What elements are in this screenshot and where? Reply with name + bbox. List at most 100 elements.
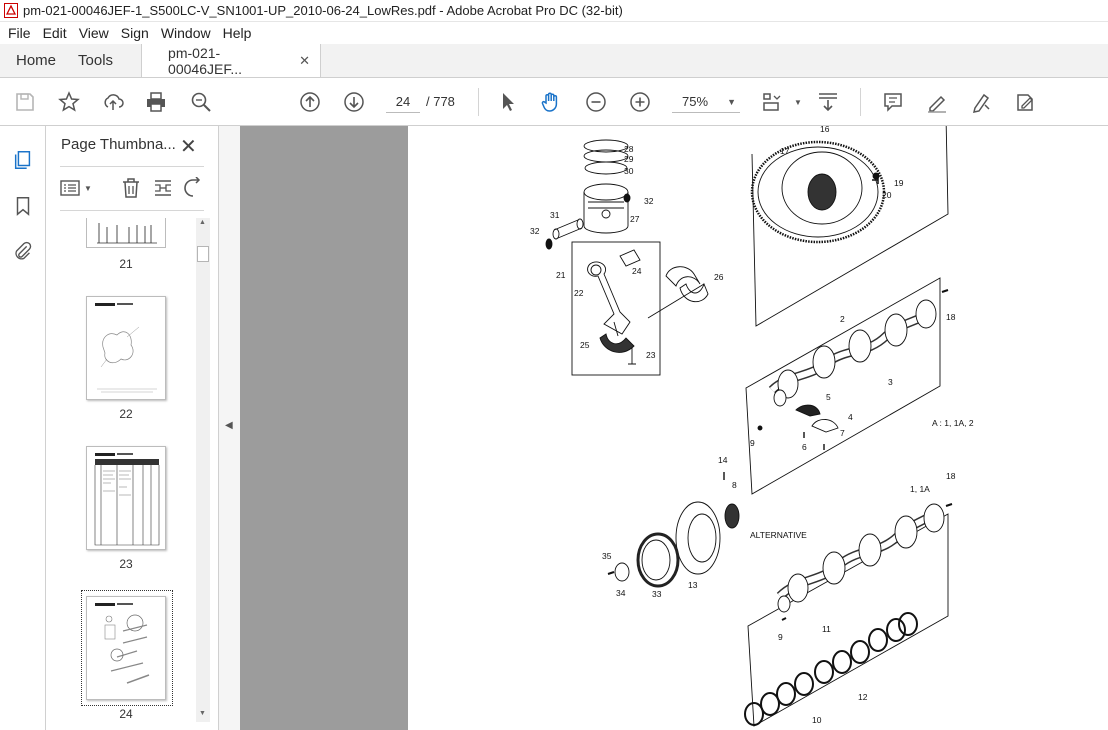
zoom-out-icon[interactable] xyxy=(584,90,608,114)
delete-pages-icon[interactable] xyxy=(120,176,142,200)
insert-pages-icon[interactable] xyxy=(152,176,174,200)
callout: 3 xyxy=(888,377,893,387)
thumbnail-page-24[interactable] xyxy=(86,596,166,700)
menu-view[interactable]: View xyxy=(73,25,115,41)
callout: 13 xyxy=(688,580,698,590)
callout: 30 xyxy=(624,166,634,176)
callout: 11 xyxy=(822,624,831,634)
callout: 21 xyxy=(556,270,566,280)
callout: 9 xyxy=(750,438,755,448)
scrolling-mode-icon[interactable] xyxy=(816,90,840,114)
window-title: pm-021-00046JEF-1_S500LC-V_SN1001-UP_201… xyxy=(23,3,623,18)
piston-ring xyxy=(584,161,628,175)
fill-sign-icon[interactable] xyxy=(1013,90,1037,114)
save-icon[interactable] xyxy=(13,90,37,114)
callout: 6 xyxy=(802,442,807,452)
callout: 4 xyxy=(848,412,853,422)
document-background xyxy=(240,126,408,730)
connecting-rod xyxy=(587,261,631,335)
tab-home[interactable]: Home xyxy=(0,44,72,77)
close-panel-icon[interactable]: ✕ xyxy=(180,134,197,159)
scrollbar-thumb[interactable] xyxy=(197,246,209,262)
callout: A : 1, 1A, 2 xyxy=(932,418,974,428)
main-bearings xyxy=(744,612,918,726)
callout: 7 xyxy=(840,428,845,438)
zoom-level-value: 75% xyxy=(682,94,709,109)
pulley xyxy=(675,501,721,575)
upload-icon[interactable] xyxy=(101,90,125,114)
callout: 20 xyxy=(882,190,892,200)
menu-sign[interactable]: Sign xyxy=(115,25,155,41)
scroll-down-icon[interactable]: ▼ xyxy=(199,710,206,717)
toolbar: / 778 75% ▼ ▼ xyxy=(0,78,1108,126)
page-number-input[interactable] xyxy=(386,91,420,113)
thumbnail-page-22[interactable] xyxy=(86,296,166,400)
panel-title: Page Thumbna... xyxy=(61,136,176,153)
collapse-arrow-icon[interactable]: ◀ xyxy=(225,420,233,431)
toolbar-divider xyxy=(478,88,479,116)
menubar: File Edit View Sign Window Help xyxy=(0,22,1108,44)
callout: 9 xyxy=(778,632,783,642)
bushing xyxy=(619,249,641,267)
tab-document[interactable]: pm-021-00046JEF... ✕ xyxy=(141,44,322,77)
tab-document-label: pm-021-00046JEF... xyxy=(168,44,242,77)
thumbnail-label: 21 xyxy=(119,257,133,271)
callout: 33 xyxy=(652,589,662,599)
scroll-up-icon[interactable]: ▲ xyxy=(199,219,206,226)
thumbnail-label: 23 xyxy=(119,557,133,571)
pdf-page[interactable]: 28 29 30 31 32 27 32 21 24 22 26 25 23 1… xyxy=(408,126,1108,730)
thumbnail-page-23[interactable] xyxy=(86,446,166,550)
bookmarks-icon[interactable] xyxy=(11,194,35,218)
chevron-down-icon: ▼ xyxy=(727,96,736,107)
callout: 16 xyxy=(820,126,830,134)
zoom-in-icon[interactable] xyxy=(628,90,652,114)
callout: 34 xyxy=(616,588,626,598)
callout: 5 xyxy=(826,392,831,402)
page-thumbnails-icon[interactable] xyxy=(11,148,35,172)
callout: 18 xyxy=(946,471,956,481)
hand-tool-icon[interactable] xyxy=(539,90,563,114)
highlight-icon[interactable] xyxy=(925,90,949,114)
callout: 22 xyxy=(574,288,584,298)
parts-diagram: 28 29 30 31 32 27 32 21 24 22 26 25 23 1… xyxy=(530,126,974,727)
page-fit-icon[interactable] xyxy=(760,90,784,114)
comment-icon[interactable] xyxy=(881,90,905,114)
thumbnail-label: 22 xyxy=(119,407,133,421)
attachments-icon[interactable] xyxy=(11,239,35,263)
next-page-icon[interactable] xyxy=(342,90,366,114)
callout: 12 xyxy=(858,692,868,702)
chevron-down-icon[interactable]: ▼ xyxy=(786,90,810,114)
callout: 1, 1A xyxy=(910,484,930,494)
acrobat-icon xyxy=(4,3,18,18)
draw-pen-icon[interactable] xyxy=(969,90,993,114)
rotate-pages-icon[interactable] xyxy=(184,176,206,200)
navigation-rail xyxy=(0,126,46,730)
callout: 35 xyxy=(602,551,612,561)
page-thumbnails-panel: Page Thumbna... ✕ ▼ 21 22 23 24 ▲ ▼ xyxy=(46,126,218,730)
panel-collapse-bar[interactable]: ◀ xyxy=(218,126,240,730)
tab-tools[interactable]: Tools xyxy=(72,44,129,77)
tab-bar: Home Tools pm-021-00046JEF... ✕ xyxy=(0,44,1108,78)
callout: 18 xyxy=(946,312,956,322)
callout: 26 xyxy=(714,272,724,282)
callout: 23 xyxy=(646,350,656,360)
menu-window[interactable]: Window xyxy=(155,25,217,41)
select-cursor-icon[interactable] xyxy=(496,90,520,114)
previous-page-icon[interactable] xyxy=(298,90,322,114)
damper xyxy=(636,532,680,588)
toolbar-divider xyxy=(860,88,861,116)
menu-file[interactable]: File xyxy=(2,25,37,41)
zoom-search-icon[interactable] xyxy=(189,90,213,114)
page-total: / 778 xyxy=(426,94,455,109)
menu-help[interactable]: Help xyxy=(217,25,258,41)
menu-edit[interactable]: Edit xyxy=(37,25,73,41)
panel-divider xyxy=(60,210,204,211)
print-icon[interactable] xyxy=(144,90,168,114)
thumbnail-options-menu[interactable]: ▼ xyxy=(60,176,92,200)
callout: 19 xyxy=(894,178,904,188)
tab-close-icon[interactable]: ✕ xyxy=(299,53,310,69)
thumbnails-scrollbar[interactable]: ▲ ▼ xyxy=(196,218,210,722)
callout: 10 xyxy=(812,715,822,725)
zoom-level-select[interactable]: 75% ▼ xyxy=(672,91,740,113)
bookmark-star-icon[interactable] xyxy=(57,90,81,114)
